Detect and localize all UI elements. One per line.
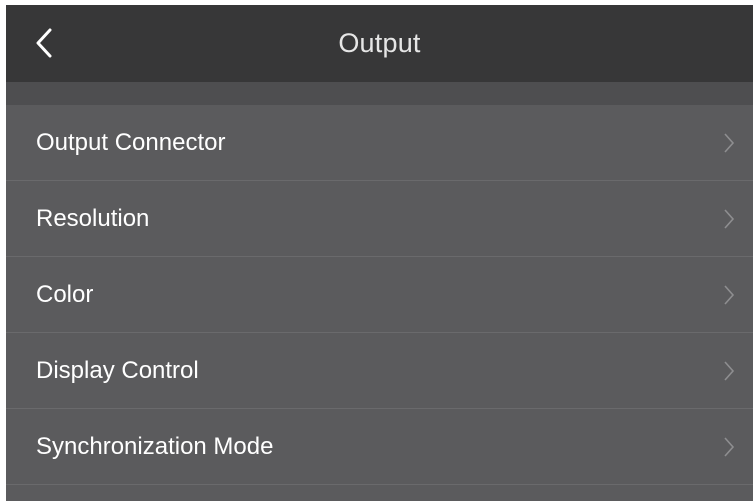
menu-item-label: Output Connector [36,129,226,156]
chevron-right-icon [724,133,735,153]
page-title: Output [338,28,421,58]
chevron-right-icon [724,285,735,305]
menu-item-color[interactable]: Color [6,257,753,333]
menu-item-resolution[interactable]: Resolution [6,181,753,257]
chevron-right-icon [724,437,735,457]
chevron-right-icon [724,361,735,381]
menu-item-label: Synchronization Mode [36,433,274,460]
output-settings-screen: Output Output Connector Resolution Color… [6,5,753,501]
menu-item-synchronization-mode[interactable]: Synchronization Mode [6,409,753,485]
menu-item-output-connector[interactable]: Output Connector [6,105,753,181]
menu-item-label: Color [36,281,94,308]
chevron-right-icon [724,209,735,229]
header-bar: Output [6,5,753,82]
menu-item-label: Display Control [36,357,199,384]
menu-item-label: Resolution [36,205,150,232]
settings-menu: Output Connector Resolution Color Displa… [6,105,753,485]
section-spacer [6,82,753,105]
menu-item-display-control[interactable]: Display Control [6,333,753,409]
